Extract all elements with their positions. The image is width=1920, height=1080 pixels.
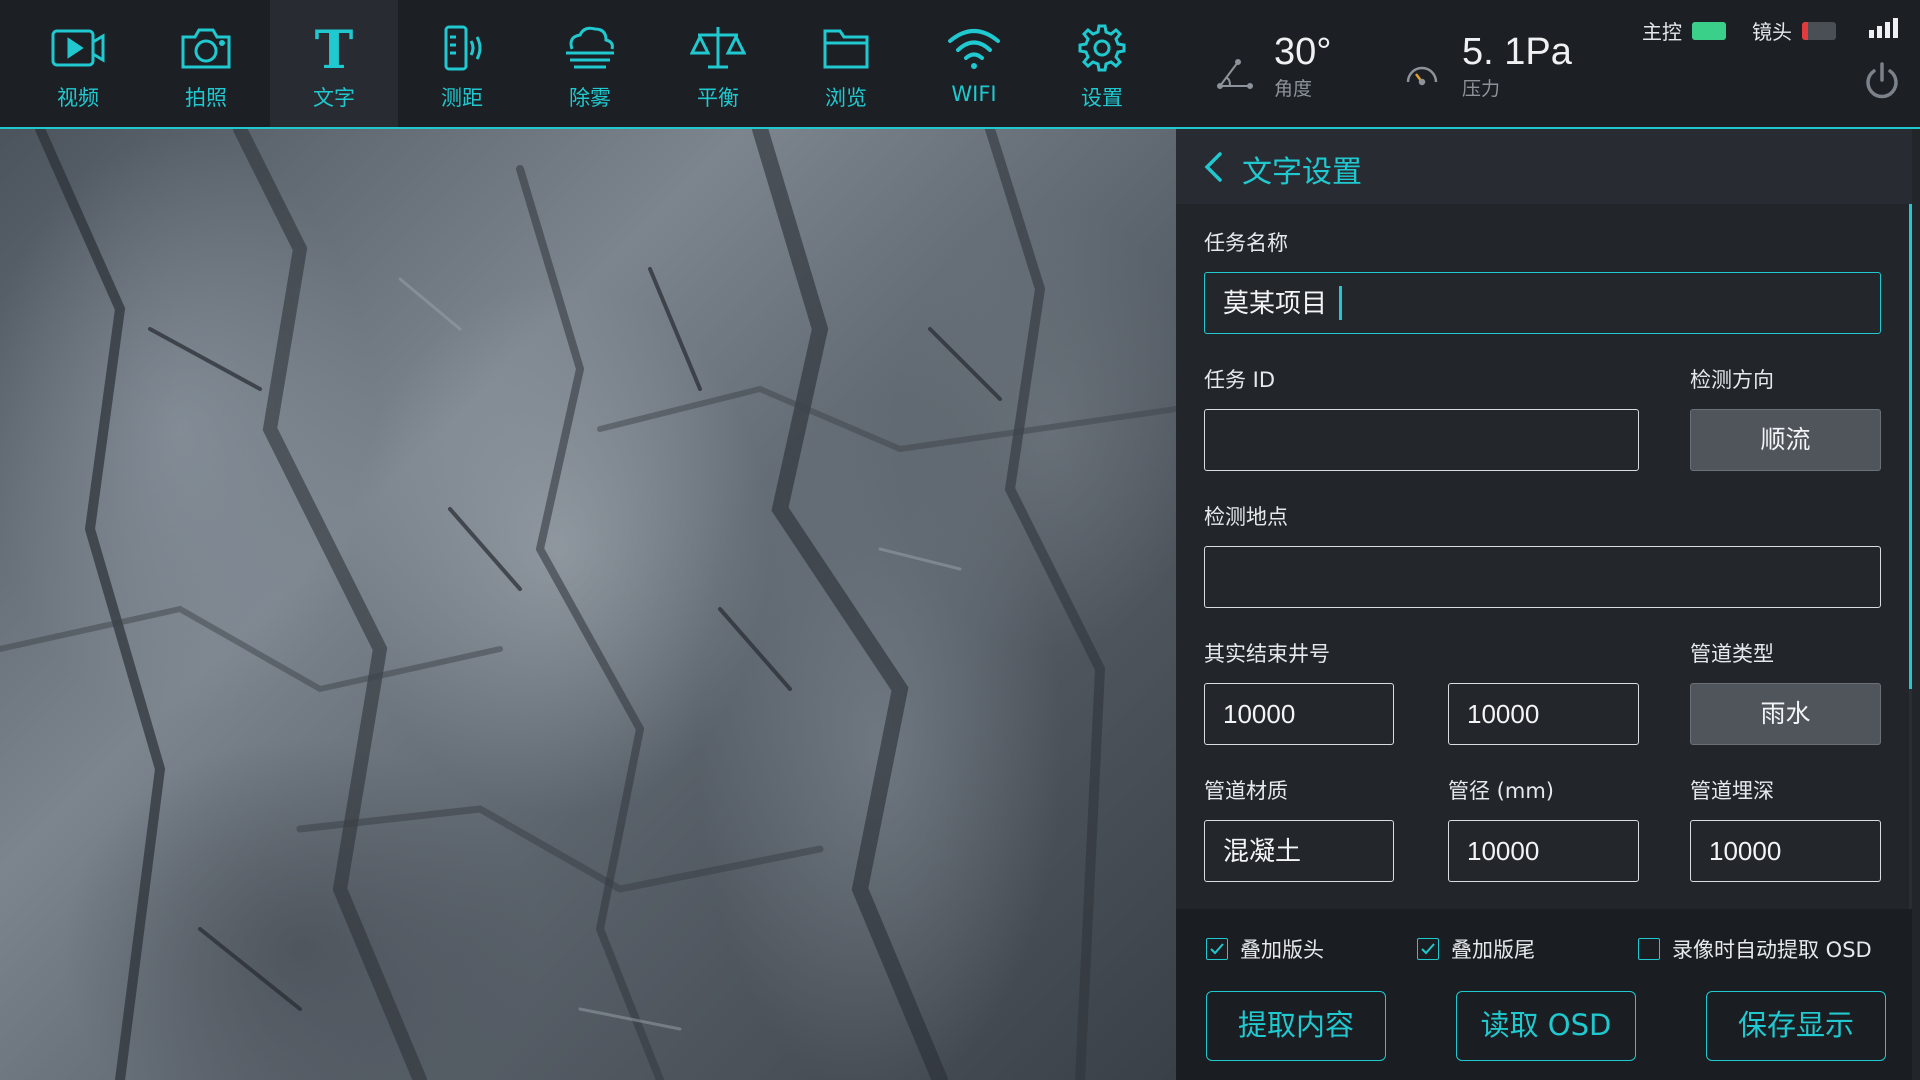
lens-battery-label: 镜头 [1752,20,1792,44]
start-well-input[interactable]: 10000 [1204,683,1394,745]
checkbox-box [1638,938,1660,960]
direction-select[interactable]: 顺流 [1690,409,1881,471]
pipe-material-input[interactable]: 混凝土 [1204,820,1394,882]
pressure-value: 5. 1Pa [1462,31,1572,73]
location-label: 检测地点 [1204,505,1288,529]
task-name-input[interactable]: 莫某项目 [1204,272,1881,334]
nav-label: 浏览 [825,86,867,110]
lens-battery-status: 镜头 [1752,16,1836,45]
overlay-footer-checkbox[interactable]: 叠加版尾 [1417,934,1535,964]
extract-content-button[interactable]: 提取内容 [1206,991,1386,1061]
checkbox-box [1417,938,1439,960]
pipe-material-label: 管道材质 [1204,779,1288,803]
nav-balance[interactable]: 平衡 [654,0,782,127]
pipe-diameter-input[interactable]: 10000 [1448,820,1639,882]
pipe-type-select[interactable]: 雨水 [1690,683,1881,745]
nav-rangefinder[interactable]: 测距 [398,0,526,127]
checkmark-icon [1210,943,1224,955]
panel-title: 文字设置 [1242,155,1362,190]
signal-icon [1869,18,1898,38]
direction-label: 检测方向 [1690,368,1774,392]
angle-value: 30° [1274,31,1332,73]
task-id-label: 任务 ID [1204,368,1276,392]
task-name-label: 任务名称 [1204,231,1288,255]
main-battery-icon [1692,21,1726,40]
angle-readout: 30° 角度 [1214,28,1331,102]
nav-text[interactable]: T 文字 [270,0,398,127]
defog-icon [560,22,620,74]
nav-label: 设置 [1081,86,1123,110]
nav-label: 文字 [313,86,355,110]
end-well-input[interactable]: 10000 [1448,683,1639,745]
nav-photo[interactable]: 拍照 [142,0,270,127]
text-caret [1339,286,1343,321]
nav-label: 测距 [441,86,483,110]
auto-osd-checkbox[interactable]: 录像时自动提取 OSD [1638,934,1872,964]
rangefinder-icon [432,22,492,74]
checkbox-box [1206,938,1228,960]
nav-label: 拍照 [185,86,227,110]
pipe-type-label: 管道类型 [1690,642,1774,666]
wifi-icon [944,22,1004,74]
pressure-readout: 5. 1Pa 压力 [1402,28,1572,102]
well-numbers-label: 其实结束井号 [1204,642,1330,666]
nav-wifi[interactable]: WIFI [910,0,1038,127]
location-input[interactable] [1204,546,1881,608]
folder-icon [816,22,876,74]
nav-browse[interactable]: 浏览 [782,0,910,127]
scrollbar-thumb[interactable] [1909,204,1912,689]
back-icon[interactable] [1200,151,1228,183]
panel-header: 文字设置 [1176,129,1912,204]
checkmark-icon [1421,943,1435,955]
pressure-caption: 压力 [1462,78,1501,100]
gauge-icon [1406,66,1438,86]
nav-video[interactable]: 视频 [14,0,142,127]
overlay-header-label: 叠加版头 [1240,938,1324,962]
text-icon: T [304,22,364,74]
angle-caption: 角度 [1274,78,1313,100]
save-display-button[interactable]: 保存显示 [1706,991,1886,1061]
power-icon[interactable] [1864,62,1900,100]
nav-label: 视频 [57,86,99,110]
overlay-header-checkbox[interactable]: 叠加版头 [1206,934,1324,964]
main-battery-label: 主控 [1642,20,1682,44]
camera-feed [0,129,1176,1080]
task-id-input[interactable] [1204,409,1639,471]
overlay-footer-label: 叠加版尾 [1451,938,1535,962]
svg-text:T: T [315,23,354,73]
lens-battery-icon [1802,21,1836,40]
nav-defog[interactable]: 除雾 [526,0,654,127]
pipe-depth-label: 管道埋深 [1690,779,1774,803]
top-toolbar: 视频 拍照 T 文字 测距 除雾 平衡 浏览 WIFI 设置 30° 角度 5.… [0,0,1920,129]
nav-settings[interactable]: 设置 [1038,0,1166,127]
task-name-value: 莫某项目 [1223,288,1328,318]
camera-icon [176,22,236,74]
video-icon [48,22,108,74]
pipe-diameter-label: 管径 (mm) [1448,779,1554,803]
balance-icon [688,22,748,74]
nav-label: 除雾 [569,86,611,110]
read-osd-button[interactable]: 读取 OSD [1456,991,1636,1061]
text-settings-panel: 文字设置 任务名称 莫某项目 任务 ID 检测方向 顺流 检测地点 其实结束井号… [1176,129,1920,1080]
gear-icon [1072,22,1132,74]
main-battery-status: 主控 [1642,16,1726,45]
angle-icon [1217,59,1253,89]
pipe-depth-input[interactable]: 10000 [1690,820,1881,882]
auto-osd-label: 录像时自动提取 OSD [1672,938,1872,962]
nav-label: 平衡 [697,86,739,110]
nav-label: WIFI [951,82,997,106]
